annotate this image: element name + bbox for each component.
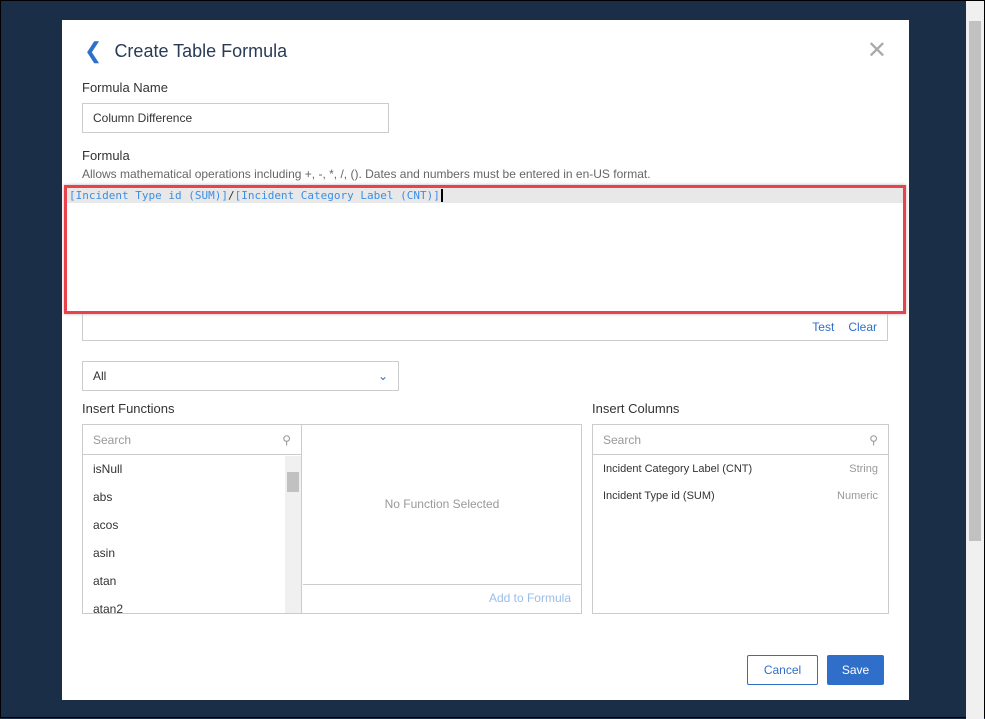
dialog-header: ❮ Create Table Formula	[84, 38, 287, 64]
column-type: Numeric	[837, 489, 878, 502]
column-type: String	[849, 462, 878, 475]
category-select-value: All	[93, 369, 107, 383]
formula-operator: /	[227, 189, 235, 202]
no-function-selected: No Function Selected	[384, 497, 500, 511]
column-item[interactable]: Incident Type id (SUM) Numeric	[593, 482, 888, 509]
function-item[interactable]: isNull	[83, 455, 301, 483]
formula-editor[interactable]: [Incident Type id (SUM)]/[Incident Categ…	[64, 185, 906, 314]
test-link[interactable]: Test	[812, 320, 834, 334]
save-button[interactable]: Save	[827, 655, 884, 685]
function-item[interactable]: acos	[83, 511, 301, 539]
column-name: Incident Type id (SUM)	[603, 489, 715, 502]
columns-panel: Search ⚲ Incident Category Label (CNT) Str…	[592, 424, 889, 614]
column-search-input[interactable]: Search ⚲	[593, 425, 888, 455]
formula-name-label: Formula Name	[82, 80, 168, 95]
add-to-formula-button[interactable]: Add to Formula	[303, 584, 581, 613]
editor-actions: Test Clear	[82, 314, 888, 341]
clear-link[interactable]: Clear	[848, 320, 877, 334]
column-name: Incident Category Label (CNT)	[603, 462, 753, 475]
insert-functions-label: Insert Functions	[82, 401, 175, 416]
formula-label: Formula	[82, 148, 130, 163]
function-item[interactable]: asin	[83, 539, 301, 567]
functions-panel: Search ⚲ isNull abs acos asin atan atan2 …	[82, 424, 582, 614]
function-search-input[interactable]: Search ⚲	[83, 425, 301, 455]
column-search-placeholder: Search	[603, 432, 642, 447]
category-select[interactable]: All ⌄	[82, 361, 399, 391]
function-list-scrollbar[interactable]	[285, 456, 301, 613]
insert-columns-label: Insert Columns	[592, 401, 680, 416]
search-icon: ⚲	[282, 432, 291, 447]
formula-name-input[interactable]: Column Difference	[82, 103, 389, 133]
text-cursor	[440, 189, 443, 202]
column-item[interactable]: Incident Category Label (CNT) String	[593, 455, 888, 482]
back-chevron-icon[interactable]: ❮	[84, 38, 102, 64]
function-item[interactable]: atan	[83, 567, 301, 595]
dialog-title: Create Table Formula	[114, 40, 288, 61]
close-icon[interactable]: ✕	[867, 36, 887, 65]
create-table-formula-dialog: ❮ Create Table Formula ✕ Formula Name Co…	[62, 20, 909, 700]
formula-token: [Incident Category Label (CNT)]	[234, 189, 440, 202]
cancel-button[interactable]: Cancel	[747, 655, 818, 685]
search-icon: ⚲	[869, 432, 878, 447]
formula-hint: Allows mathematical operations including…	[82, 167, 651, 181]
scrollbar-thumb[interactable]	[969, 21, 981, 541]
function-item[interactable]: abs	[83, 483, 301, 511]
page-scrollbar[interactable]	[966, 1, 984, 719]
chevron-down-icon: ⌄	[377, 369, 388, 383]
function-search-placeholder: Search	[93, 432, 132, 447]
formula-token: [Incident Type id (SUM)]	[69, 189, 228, 202]
function-item[interactable]: atan2	[83, 595, 301, 613]
